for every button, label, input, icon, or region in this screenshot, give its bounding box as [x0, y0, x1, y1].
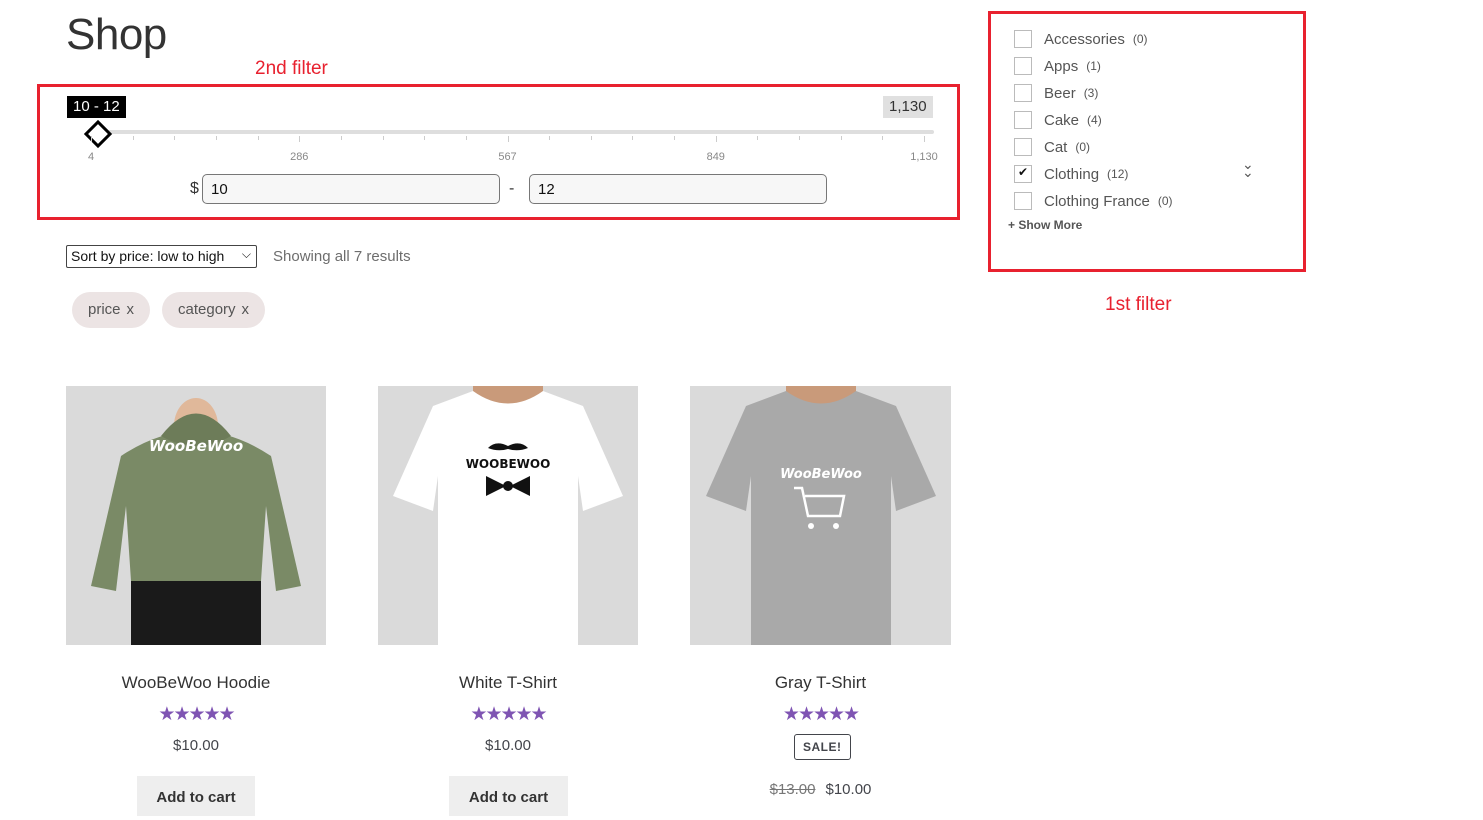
slider-tick	[674, 136, 676, 140]
slider-tick	[257, 136, 259, 140]
category-count: (3)	[1083, 86, 1099, 100]
min-price-input[interactable]	[202, 174, 500, 204]
category-item[interactable]: Clothing (12)	[1014, 164, 1128, 184]
slider-tick-label: 1,130	[910, 151, 938, 163]
category-item[interactable]: Clothing France (0)	[1014, 191, 1173, 211]
old-price: $13.00	[769, 781, 816, 798]
tshirt-print-text: WooBeWoo	[780, 467, 862, 482]
category-checkbox[interactable]	[1014, 111, 1032, 129]
category-item[interactable]: Apps (1)	[1014, 56, 1101, 76]
category-count: (4)	[1087, 113, 1102, 127]
category-checkbox[interactable]	[1014, 138, 1032, 156]
category-checkbox[interactable]	[1014, 165, 1032, 183]
max-price-input[interactable]	[529, 174, 827, 204]
product-image[interactable]: WooBeWoo	[690, 386, 951, 645]
category-label: Apps	[1044, 57, 1079, 75]
slider-tick	[715, 136, 717, 142]
product-title[interactable]: White T-Shirt	[378, 673, 638, 693]
star-rating: ★★★★★	[470, 704, 547, 725]
gray-tshirt-image: WooBeWoo	[690, 386, 951, 645]
sort-selected-label: Sort by price: low to high	[71, 248, 225, 264]
annotation-label-1st-filter: 1st filter	[1105, 294, 1172, 315]
slider-tick	[465, 136, 467, 140]
star-rating: ★★★★★	[782, 704, 860, 725]
product-image[interactable]: WOOBEWOO	[378, 386, 638, 645]
category-label: Clothing	[1044, 165, 1100, 183]
slider-tick-label: 567	[498, 151, 517, 163]
star-rating: ★★★★★	[158, 704, 235, 725]
category-item[interactable]: Cake (4)	[1014, 110, 1102, 130]
page-title: Shop	[66, 10, 167, 59]
filter-chip-label: category	[178, 301, 236, 318]
sale-badge: SALE!	[794, 734, 851, 760]
slider-tick	[424, 136, 426, 140]
category-checkbox[interactable]	[1014, 192, 1032, 210]
slider-tick	[840, 136, 842, 140]
filter-chip-category[interactable]: category x	[162, 292, 266, 328]
price-range-dash: -	[509, 180, 515, 197]
category-count: (1)	[1086, 59, 1101, 73]
slider-tick	[174, 136, 176, 140]
category-checkbox[interactable]	[1014, 30, 1032, 48]
price-slider-track[interactable]	[96, 130, 934, 134]
category-label: Cake	[1044, 111, 1080, 129]
hoodie-print-text: WooBeWoo	[149, 437, 243, 455]
product-title[interactable]: WooBeWoo Hoodie	[66, 673, 326, 693]
category-label: Beer	[1044, 84, 1076, 102]
slider-tick	[632, 136, 634, 140]
white-tshirt-image: WOOBEWOO	[378, 386, 638, 645]
product-title[interactable]: Gray T-Shirt	[690, 673, 951, 693]
annotation-label-2nd-filter: 2nd filter	[255, 58, 328, 79]
product-image[interactable]: WooBeWoo	[66, 386, 326, 645]
chevron-down-icon: ⌵	[241, 247, 251, 261]
product-price: $10.00	[825, 781, 872, 798]
add-to-cart-button[interactable]: Add to cart	[137, 776, 255, 816]
category-item[interactable]: Cat (0)	[1014, 137, 1090, 157]
filter-chip-price[interactable]: price x	[72, 292, 151, 328]
slider-tick	[299, 136, 301, 142]
tshirt-print-text: WOOBEWOO	[466, 457, 551, 471]
hoodie-image: WooBeWoo	[66, 386, 326, 645]
remove-filter-icon[interactable]: x	[127, 301, 135, 318]
slider-tick	[132, 136, 134, 140]
slider-tick	[382, 136, 384, 140]
add-to-cart-button[interactable]: Add to cart	[449, 776, 568, 816]
slider-tick	[924, 136, 925, 142]
currency-symbol: $	[190, 180, 199, 197]
slider-tick	[757, 136, 759, 140]
remove-filter-icon[interactable]: x	[242, 301, 250, 318]
product-price: $10.00	[173, 737, 219, 754]
slider-tick-label: 4	[87, 151, 95, 163]
category-label: Clothing France	[1044, 192, 1150, 210]
slider-tick	[799, 136, 801, 140]
price-range-badge: 10 - 12	[67, 96, 126, 118]
category-checkbox[interactable]	[1014, 84, 1032, 102]
category-item[interactable]: Accessories (0)	[1014, 29, 1148, 49]
show-more-link[interactable]: + Show More	[1008, 218, 1082, 232]
category-count: (0)	[1075, 140, 1091, 154]
category-item[interactable]: Beer (3)	[1014, 83, 1098, 103]
category-label: Cat	[1044, 138, 1068, 156]
filter-chip-label: price	[88, 301, 121, 318]
product-price: $10.00	[485, 737, 531, 754]
slider-tick	[507, 136, 509, 142]
slider-tick	[340, 136, 342, 140]
category-checkbox[interactable]	[1014, 57, 1032, 75]
slider-tick	[590, 136, 592, 140]
double-chevron-down-icon[interactable]: ⌄ ⌄	[1242, 157, 1254, 179]
sort-select[interactable]: Sort by price: low to high ⌵	[66, 245, 257, 268]
slider-tick-label: 849	[706, 151, 725, 163]
result-count: Showing all 7 results	[273, 248, 411, 265]
price-max-badge: 1,130	[883, 96, 933, 118]
slider-tick	[882, 136, 884, 140]
slider-tick-label: 286	[290, 151, 309, 163]
category-label: Accessories	[1044, 30, 1125, 48]
category-count: (0)	[1132, 32, 1148, 46]
slider-tick	[549, 136, 551, 140]
category-count: (12)	[1107, 167, 1129, 181]
slider-tick	[215, 136, 217, 140]
product-price-block: $13.00 $10.00	[690, 781, 951, 798]
category-count: (0)	[1157, 194, 1173, 208]
slider-tick	[91, 136, 92, 142]
